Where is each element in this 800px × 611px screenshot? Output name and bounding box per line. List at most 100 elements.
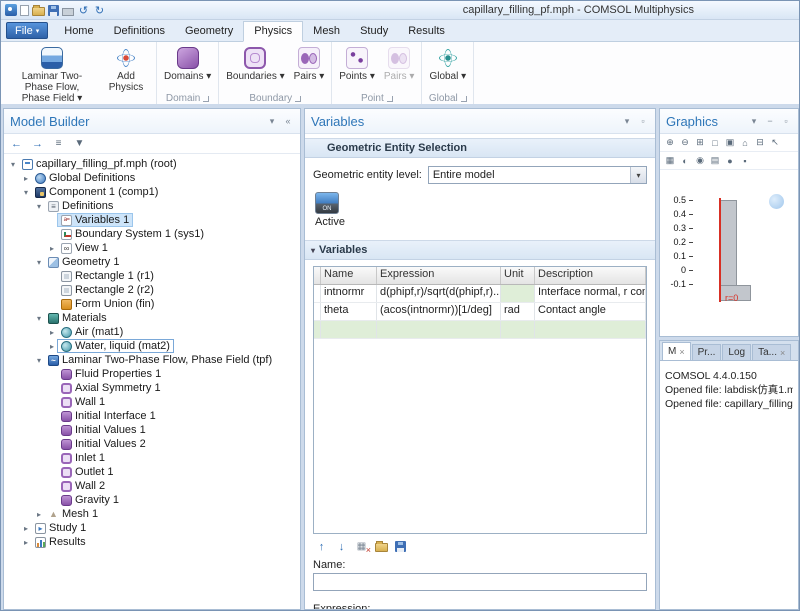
transparency-icon[interactable]: ◐ <box>679 155 691 167</box>
collapse-panel-icon[interactable]: « <box>282 115 294 127</box>
messages-tab-m[interactable]: M × <box>662 342 691 360</box>
column-header-expression[interactable]: Expression <box>377 267 501 284</box>
table-row[interactable]: intnormr d(phipf,r)/sqrt(d(phipf,r)... Int… <box>314 285 646 303</box>
move-up-icon[interactable]: ↑ <box>315 540 328 553</box>
tree-node[interactable]: Wall 2 <box>4 479 300 493</box>
ribbon-button-boundaries[interactable]: Boundaries ▾ <box>222 44 288 92</box>
panel-menu-icon[interactable]: ▾ <box>266 115 278 127</box>
ribbon-tab-results[interactable]: Results <box>398 22 455 41</box>
forward-icon[interactable]: → <box>31 137 44 150</box>
tree-node[interactable]: Rectangle 1 (r1) <box>4 269 300 283</box>
expander-icon[interactable]: ▸ <box>21 174 31 183</box>
section-variables[interactable]: ▾ Variables <box>305 240 655 260</box>
group-dialog-launcher-icon[interactable] <box>203 95 210 102</box>
tree-node[interactable]: Rectangle 2 (r2) <box>4 283 300 297</box>
cell-name[interactable]: theta <box>321 303 377 320</box>
delete-row-icon[interactable]: ▦ <box>355 540 371 555</box>
ribbon-button-add-physics[interactable]: Add Physics <box>99 44 153 104</box>
show-grid-icon[interactable]: ▦ <box>664 155 676 167</box>
expander-icon[interactable]: ▸ <box>21 524 31 533</box>
row-selector[interactable] <box>314 285 321 302</box>
panel-menu-icon[interactable]: ▾ <box>748 115 760 127</box>
new-file-icon[interactable] <box>20 4 29 16</box>
tree-node[interactable]: Variables 1 <box>4 213 300 227</box>
ribbon-tab-home[interactable]: Home <box>54 22 103 41</box>
panel-menu-icon[interactable]: ▾ <box>621 115 633 127</box>
cell-expression[interactable]: d(phipf,r)/sqrt(d(phipf,r)... <box>377 285 501 302</box>
tree-node[interactable]: Initial Interface 1 <box>4 409 300 423</box>
save-file-icon[interactable] <box>395 541 406 552</box>
table-row[interactable] <box>314 321 646 339</box>
group-dialog-launcher-icon[interactable] <box>460 95 467 102</box>
print-icon[interactable] <box>62 7 74 16</box>
close-tab-icon[interactable]: × <box>679 347 684 357</box>
expander-icon[interactable]: ▸ <box>34 510 44 519</box>
row-selector[interactable] <box>314 321 321 338</box>
expander-icon[interactable]: ▸ <box>47 328 57 337</box>
group-dialog-launcher-icon[interactable] <box>295 95 302 102</box>
tree-node[interactable]: Axial Symmetry 1 <box>4 381 300 395</box>
combo-arrow-icon[interactable]: ▾ <box>630 167 646 183</box>
section-geometric-entity-selection[interactable]: Geometric Entity Selection <box>305 138 655 158</box>
tree-node[interactable]: ▸ Global Definitions <box>4 171 300 185</box>
expander-icon[interactable]: ▾ <box>34 314 44 323</box>
ribbon-button-domains[interactable]: Domains ▾ <box>160 44 215 92</box>
expander-icon[interactable]: ▾ <box>34 202 44 211</box>
tree-node[interactable]: ▸ Results <box>4 535 300 549</box>
ribbon-tab-physics[interactable]: Physics <box>243 21 304 42</box>
axis-limits-icon[interactable]: ⊟ <box>754 137 766 149</box>
cell-name[interactable]: intnormr <box>321 285 377 302</box>
tree-node[interactable]: ▾ Component 1 (comp1) <box>4 185 300 199</box>
tree-node[interactable]: Outlet 1 <box>4 465 300 479</box>
ribbon-button-pairs[interactable]: Pairs ▾ <box>290 44 329 92</box>
go-to-default-icon[interactable]: ⌂ <box>739 137 751 149</box>
tree-node[interactable]: ▾ Geometry 1 <box>4 255 300 269</box>
ribbon-tab-study[interactable]: Study <box>350 22 398 41</box>
tree-node[interactable]: ▾ Materials <box>4 311 300 325</box>
open-file-icon[interactable] <box>32 4 45 16</box>
ribbon-button-laminar-two-phase-flow-phase-field[interactable]: Laminar Two-Phase Flow, Phase Field ▾ <box>6 44 98 104</box>
zoom-extents-icon[interactable]: ⊞ <box>694 137 706 149</box>
panel-min-icon[interactable]: − <box>764 115 776 127</box>
back-icon[interactable]: ← <box>10 137 23 150</box>
expander-icon[interactable]: ▸ <box>47 244 57 253</box>
name-input[interactable] <box>313 573 647 591</box>
save-image-icon[interactable]: ▪ <box>739 155 751 167</box>
panel-float-icon[interactable]: ▫ <box>780 115 792 127</box>
active-toggle[interactable] <box>315 192 339 214</box>
tree-node[interactable]: ▸ Mesh 1 <box>4 507 300 521</box>
zoom-box-icon[interactable]: □ <box>709 137 721 149</box>
camera-icon[interactable]: ● <box>724 155 736 167</box>
messages-tab-pr[interactable]: Pr... <box>691 344 722 360</box>
messages-tab-ta[interactable]: Ta... × <box>752 344 792 360</box>
move-down-icon[interactable]: ↓ <box>335 540 348 553</box>
image-snapshot-icon[interactable]: ◉ <box>694 155 706 167</box>
entity-level-select[interactable]: Entire model ▾ <box>427 166 647 184</box>
tree-node[interactable]: Initial Values 1 <box>4 423 300 437</box>
cell-description[interactable] <box>535 321 646 338</box>
group-dialog-launcher-icon[interactable] <box>386 95 393 102</box>
tree-options-icon[interactable]: ≡ <box>52 137 65 150</box>
tree-node[interactable]: ▸ View 1 <box>4 241 300 255</box>
tree-node[interactable]: Initial Values 2 <box>4 437 300 451</box>
column-header-unit[interactable]: Unit <box>501 267 535 284</box>
zoom-in-icon[interactable]: ⊕ <box>664 137 676 149</box>
cell-name[interactable] <box>321 321 377 338</box>
ribbon-tab-mesh[interactable]: Mesh <box>303 22 350 41</box>
cell-unit[interactable] <box>501 285 535 302</box>
save-file-icon[interactable] <box>48 4 59 16</box>
ribbon-tab-geometry[interactable]: Geometry <box>175 22 243 41</box>
expander-icon[interactable]: ▾ <box>21 188 31 197</box>
expander-icon[interactable]: ▾ <box>34 258 44 267</box>
column-header-description[interactable]: Description <box>535 267 646 284</box>
cell-expression[interactable]: (acos(intnormr))[1/deg] <box>377 303 501 320</box>
table-row[interactable]: theta (acos(intnormr))[1/deg] rad Contact a… <box>314 303 646 321</box>
expander-icon[interactable]: ▾ <box>34 356 44 365</box>
expander-icon[interactable]: ▾ <box>8 160 18 169</box>
row-selector[interactable] <box>314 303 321 320</box>
cell-unit[interactable]: rad <box>501 303 535 320</box>
tree-node[interactable]: Form Union (fin) <box>4 297 300 311</box>
column-header-name[interactable]: Name <box>321 267 377 284</box>
tree-node[interactable]: ▾ Definitions <box>4 199 300 213</box>
tree-node[interactable]: ▾ Laminar Two-Phase Flow, Phase Field (tp… <box>4 353 300 367</box>
